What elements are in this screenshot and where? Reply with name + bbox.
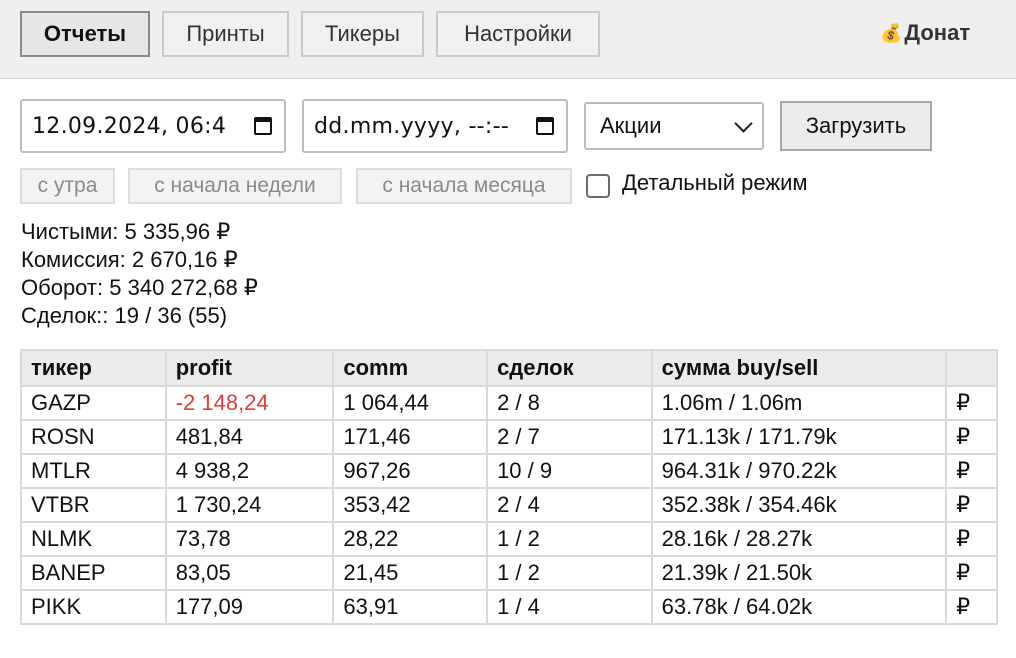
buy-sell-sum-cell: 1.06m / 1.06m bbox=[650, 385, 948, 421]
currency-cell: ₽ bbox=[945, 555, 998, 591]
commission-cell: 171,46 bbox=[332, 419, 489, 455]
profit-cell: -2 148,24 bbox=[164, 385, 335, 421]
table-row[interactable]: NLMK 73,78 28,22 1 / 2 28.16k / 28.27k ₽ bbox=[20, 521, 998, 557]
chevron-down-icon bbox=[734, 114, 753, 133]
tab-reports[interactable]: Отчеты bbox=[20, 11, 150, 57]
profit-cell: 177,09 bbox=[164, 589, 335, 625]
commission-value: 2 670,16 ₽ bbox=[131, 247, 238, 272]
buy-sell-sum-cell: 63.78k / 64.02k bbox=[650, 589, 948, 625]
column-header-ticker[interactable]: тикер bbox=[20, 349, 167, 387]
report-table: тикер profit comm сделок сумма buy/sell … bbox=[20, 349, 998, 625]
tab-tickers[interactable]: Тикеры bbox=[301, 11, 424, 57]
currency-cell: ₽ bbox=[945, 453, 998, 489]
commission-line: Комиссия: 2 670,16 ₽ bbox=[21, 246, 258, 274]
range-from-week-start-button[interactable]: с начала недели bbox=[128, 168, 342, 204]
money-bag-icon: 💰 bbox=[880, 22, 903, 43]
deals-cell: 2 / 4 bbox=[486, 487, 653, 523]
ticker-cell: GAZP bbox=[20, 385, 167, 421]
instrument-select[interactable]: Акции bbox=[584, 102, 764, 150]
turnover-label: Оборот: bbox=[21, 275, 104, 300]
net-profit-label: Чистыми: bbox=[21, 219, 119, 244]
date-to-placeholder: dd.mm.yyyy, --:-- bbox=[314, 113, 510, 139]
range-from-morning-button[interactable]: с утра bbox=[20, 168, 115, 204]
tab-settings[interactable]: Настройки bbox=[436, 11, 600, 57]
ticker-cell: MTLR bbox=[20, 453, 167, 489]
top-nav-bar: Отчеты Принты Тикеры Настройки 💰 Донат bbox=[0, 0, 1016, 79]
table-row[interactable]: GAZP -2 148,24 1 064,44 2 / 8 1.06m / 1.06m ₽ bbox=[20, 385, 998, 421]
table-header-row: тикер profit comm сделок сумма buy/sell bbox=[20, 349, 998, 387]
table-row[interactable]: VTBR 1 730,24 353,42 2 / 4 352.38k / 354.46k… bbox=[20, 487, 998, 523]
turnover-line: Оборот: 5 340 272,68 ₽ bbox=[21, 274, 258, 302]
table-row[interactable]: MTLR 4 938,2 967,26 10 / 9 964.31k / 970.22k… bbox=[20, 453, 998, 489]
deals-cell: 2 / 7 bbox=[486, 419, 653, 455]
buy-sell-sum-cell: 171.13k / 171.79k bbox=[650, 419, 948, 455]
donate-link[interactable]: 💰 Донат bbox=[880, 20, 970, 46]
ticker-cell: PIKK bbox=[20, 589, 167, 625]
commission-cell: 353,42 bbox=[332, 487, 489, 523]
donate-label: Донат bbox=[904, 20, 971, 45]
buy-sell-sum-cell: 352.38k / 354.46k bbox=[650, 487, 948, 523]
deals-line: Сделок:: 19 / 36 (55) bbox=[21, 302, 258, 330]
table-row[interactable]: ROSN 481,84 171,46 2 / 7 171.13k / 171.79k ₽ bbox=[20, 419, 998, 455]
column-header-profit[interactable]: profit bbox=[164, 349, 335, 387]
table-row[interactable]: BANEP 83,05 21,45 1 / 2 21.39k / 21.50k ₽ bbox=[20, 555, 998, 591]
ticker-cell: ROSN bbox=[20, 419, 167, 455]
commission-label: Комиссия: bbox=[21, 247, 126, 272]
load-button[interactable]: Загрузить bbox=[780, 101, 932, 151]
detailed-mode-checkbox[interactable] bbox=[586, 174, 610, 198]
currency-cell: ₽ bbox=[945, 521, 998, 557]
currency-cell: ₽ bbox=[945, 589, 998, 625]
detailed-mode-label: Детальный режим bbox=[622, 170, 808, 195]
column-header-sum[interactable]: сумма buy/sell bbox=[650, 349, 948, 387]
currency-cell: ₽ bbox=[945, 385, 998, 421]
deals-cell: 1 / 2 bbox=[486, 555, 653, 591]
turnover-value: 5 340 272,68 ₽ bbox=[109, 275, 258, 300]
commission-cell: 21,45 bbox=[332, 555, 489, 591]
buy-sell-sum-cell: 28.16k / 28.27k bbox=[650, 521, 948, 557]
column-header-deals[interactable]: сделок bbox=[486, 349, 653, 387]
date-from-value: 12.09.2024, 06:4 bbox=[32, 113, 227, 139]
net-profit-value: 5 335,96 ₽ bbox=[124, 219, 231, 244]
currency-cell: ₽ bbox=[945, 487, 998, 523]
calendar-icon[interactable] bbox=[536, 117, 554, 135]
deals-cell: 10 / 9 bbox=[486, 453, 653, 489]
deals-cell: 1 / 2 bbox=[486, 521, 653, 557]
profit-cell: 73,78 bbox=[164, 521, 335, 557]
column-header-comm[interactable]: comm bbox=[332, 349, 489, 387]
deals-label: Сделок:: bbox=[21, 303, 109, 328]
profit-cell: 4 938,2 bbox=[164, 453, 335, 489]
deals-value: 19 / 36 (55) bbox=[114, 303, 228, 328]
ticker-cell: VTBR bbox=[20, 487, 167, 523]
instrument-select-value: Акции bbox=[600, 113, 662, 138]
commission-cell: 1 064,44 bbox=[332, 385, 489, 421]
date-to-input[interactable]: dd.mm.yyyy, --:-- bbox=[302, 99, 568, 153]
tab-prints[interactable]: Принты bbox=[162, 11, 289, 57]
commission-cell: 28,22 bbox=[332, 521, 489, 557]
ticker-cell: BANEP bbox=[20, 555, 167, 591]
net-profit-line: Чистыми: 5 335,96 ₽ bbox=[21, 218, 258, 246]
profit-cell: 83,05 bbox=[164, 555, 335, 591]
buy-sell-sum-cell: 964.31k / 970.22k bbox=[650, 453, 948, 489]
calendar-icon[interactable] bbox=[254, 117, 272, 135]
currency-cell: ₽ bbox=[945, 419, 998, 455]
commission-cell: 967,26 bbox=[332, 453, 489, 489]
ticker-cell: NLMK bbox=[20, 521, 167, 557]
summary-stats: Чистыми: 5 335,96 ₽ Комиссия: 2 670,16 ₽… bbox=[21, 218, 258, 330]
commission-cell: 63,91 bbox=[332, 589, 489, 625]
range-from-month-start-button[interactable]: с начала месяца bbox=[356, 168, 572, 204]
deals-cell: 2 / 8 bbox=[486, 385, 653, 421]
deals-cell: 1 / 4 bbox=[486, 589, 653, 625]
profit-cell: 481,84 bbox=[164, 419, 335, 455]
table-row[interactable]: PIKK 177,09 63,91 1 / 4 63.78k / 64.02k ₽ bbox=[20, 589, 998, 625]
column-header-currency bbox=[945, 349, 998, 387]
profit-cell: 1 730,24 bbox=[164, 487, 335, 523]
buy-sell-sum-cell: 21.39k / 21.50k bbox=[650, 555, 948, 591]
date-from-input[interactable]: 12.09.2024, 06:4 bbox=[20, 99, 286, 153]
